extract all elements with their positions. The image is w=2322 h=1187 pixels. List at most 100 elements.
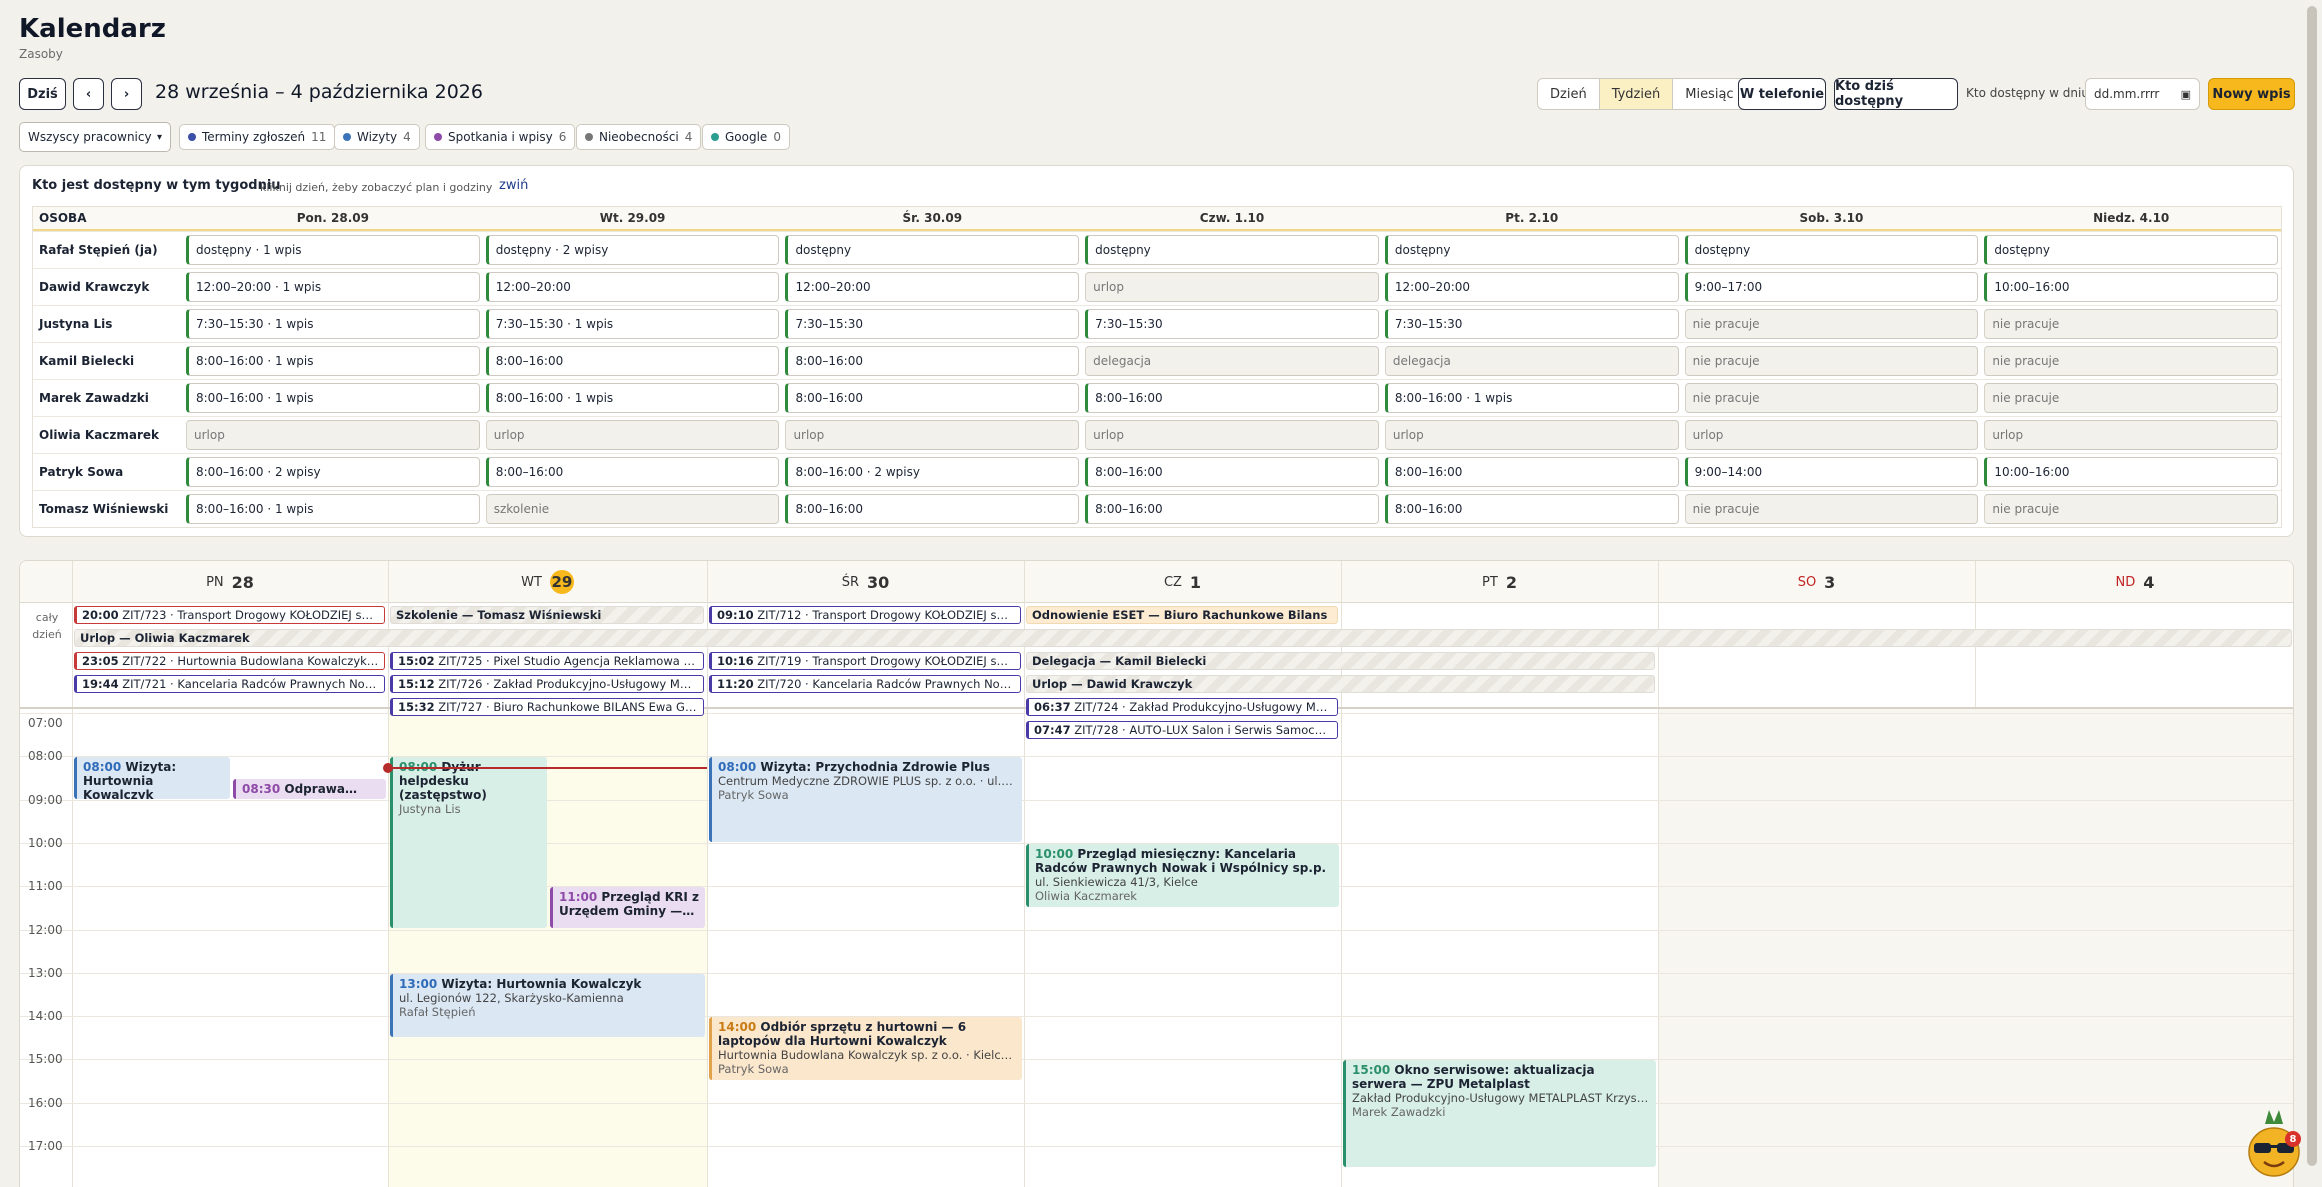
allday-event[interactable]: 11:20 ZIT/720 · Kancelaria Radców Prawny…	[709, 675, 1021, 693]
availability-cell[interactable]: 8:00–16:00	[1382, 454, 1682, 490]
availability-cell[interactable]: 9:00–14:00	[1682, 454, 1982, 490]
availability-cell[interactable]: nie pracuje	[1981, 380, 2281, 416]
availability-cell[interactable]: szkolenie	[483, 491, 783, 527]
availability-cell[interactable]: 12:00–20:00	[782, 269, 1082, 305]
availability-cell[interactable]: dostępny	[1082, 232, 1382, 268]
day-column-header[interactable]: Czw. 1.10	[1082, 207, 1382, 229]
availability-cell[interactable]: urlop	[782, 417, 1082, 453]
allday-event[interactable]: 06:37 ZIT/724 · Zakład Produkcyjno-Usług…	[1026, 698, 1338, 716]
availability-cell[interactable]: urlop	[483, 417, 783, 453]
collapse-link[interactable]: zwiń	[499, 178, 528, 193]
view-day-button[interactable]: Dzień	[1538, 79, 1600, 109]
day-header[interactable]: CZ 1	[1024, 561, 1341, 603]
availability-cell[interactable]: 8:00–16:00 · 1 wpis	[483, 380, 783, 416]
availability-cell[interactable]: 12:00–20:00	[1382, 269, 1682, 305]
availability-cell[interactable]: urlop	[1082, 417, 1382, 453]
allday-event[interactable]: 23:05 ZIT/722 · Hurtownia Budowlana Kowa…	[74, 652, 385, 670]
day-column-header[interactable]: Śr. 30.09	[782, 207, 1082, 229]
availability-cell[interactable]: urlop	[1682, 417, 1982, 453]
availability-cell[interactable]: nie pracuje	[1981, 491, 2281, 527]
day-header[interactable]: ND 4	[1975, 561, 2293, 603]
calendar-event[interactable]: 08:00 Dyżur helpdesku (zastępstwo)Justyn…	[390, 757, 547, 929]
availability-cell[interactable]: 9:00–17:00	[1682, 269, 1982, 305]
availability-cell[interactable]: 8:00–16:00	[1382, 491, 1682, 527]
availability-cell[interactable]: dostępny	[1981, 232, 2281, 268]
availability-cell[interactable]: nie pracuje	[1682, 491, 1982, 527]
allday-event[interactable]: Odnowienie ESET — Biuro Rachunkowe Bilan…	[1026, 606, 1338, 624]
view-week-button[interactable]: Tydzień	[1599, 79, 1674, 109]
availability-cell[interactable]: dostępny	[782, 232, 1082, 268]
day-column-header[interactable]: Pon. 28.09	[183, 207, 483, 229]
allday-event[interactable]: Szkolenie — Tomasz Wiśniewski	[390, 606, 704, 624]
filter-chip-wizyty[interactable]: Wizyty 4	[334, 124, 420, 150]
calendar-event[interactable]: 08:00 Wizyta: Hurtownia Kowalczyk	[74, 757, 230, 799]
day-header[interactable]: SO 3	[1658, 561, 1975, 603]
today-button[interactable]: Dziś	[19, 78, 66, 110]
date-input[interactable]: dd.mm.rrrr ▣	[2085, 78, 2200, 110]
day-column-header[interactable]: Sob. 3.10	[1682, 207, 1982, 229]
allday-event[interactable]: 15:32 ZIT/727 · Biuro Rachunkowe BILANS …	[390, 698, 704, 716]
availability-cell[interactable]: nie pracuje	[1981, 306, 2281, 342]
day-header[interactable]: PT 2	[1341, 561, 1658, 603]
day-header[interactable]: WT 29	[388, 561, 707, 603]
new-entry-button[interactable]: Nowy wpis	[2208, 78, 2295, 110]
availability-cell[interactable]: 7:30–15:30	[782, 306, 1082, 342]
employee-select[interactable]: Wszyscy pracownicy ▾	[19, 122, 171, 152]
allday-event[interactable]: Urlop — Oliwia Kaczmarek	[74, 629, 2292, 647]
allday-event[interactable]: 09:10 ZIT/712 · Transport Drogowy KOŁODZ…	[709, 606, 1021, 624]
calendar-event[interactable]: 10:00 Przegląd miesięczny: Kancelaria Ra…	[1026, 843, 1339, 907]
availability-cell[interactable]: 8:00–16:00	[1082, 380, 1382, 416]
day-column-header[interactable]: Pt. 2.10	[1382, 207, 1682, 229]
calendar-event[interactable]: 14:00 Odbiór sprzętu z hurtowni — 6 lapt…	[709, 1017, 1022, 1081]
day-column-header[interactable]: Wt. 29.09	[483, 207, 783, 229]
next-week-button[interactable]: ›	[111, 78, 142, 110]
allday-event[interactable]: 20:00 ZIT/723 · Transport Drogowy KOŁODZ…	[74, 606, 385, 624]
allday-event[interactable]: 15:02 ZIT/725 · Pixel Studio Agencja Rek…	[390, 652, 704, 670]
allday-event[interactable]: 19:44 ZIT/721 · Kancelaria Radców Prawny…	[74, 675, 385, 693]
availability-cell[interactable]: 8:00–16:00	[782, 380, 1082, 416]
filter-chip-terminy[interactable]: Terminy zgłoszeń 11	[179, 124, 336, 150]
availability-cell[interactable]: dostępny · 2 wpisy	[483, 232, 783, 268]
availability-cell[interactable]: delegacja	[1082, 343, 1382, 379]
availability-cell[interactable]: 8:00–16:00 · 1 wpis	[183, 343, 483, 379]
calendar-event[interactable]: 13:00 Wizyta: Hurtownia Kowalczyk ul. Leg…	[390, 973, 705, 1037]
availability-cell[interactable]: urlop	[1382, 417, 1682, 453]
filter-chip-spotkania[interactable]: Spotkania i wpisy 6	[425, 124, 576, 150]
calendar-event[interactable]: 08:00 Wizyta: Przychodnia Zdrowie Plus Ce…	[709, 757, 1022, 842]
filter-chip-nieobecnosci[interactable]: Nieobecności 4	[576, 124, 702, 150]
availability-cell[interactable]: 8:00–16:00 · 1 wpis	[183, 380, 483, 416]
calendar-event[interactable]: 08:30 Odprawa…	[233, 778, 386, 799]
availability-cell[interactable]: 8:00–16:00	[1082, 491, 1382, 527]
availability-cell[interactable]: 12:00–20:00	[483, 269, 783, 305]
view-month-button[interactable]: Miesiąc	[1673, 79, 1745, 109]
availability-cell[interactable]: 10:00–16:00	[1981, 269, 2281, 305]
availability-cell[interactable]: dostępny	[1682, 232, 1982, 268]
allday-event[interactable]: 10:16 ZIT/719 · Transport Drogowy KOŁODZ…	[709, 652, 1021, 670]
calendar-event[interactable]: 11:00 Przegląd KRI z Urzędem Gminy —…	[550, 887, 705, 929]
availability-cell[interactable]: 8:00–16:00	[782, 491, 1082, 527]
allday-event[interactable]: Delegacja — Kamil Bielecki	[1026, 652, 1655, 670]
allday-event[interactable]: 15:12 ZIT/726 · Zakład Produkcyjno-Usług…	[390, 675, 704, 693]
availability-cell[interactable]: 8:00–16:00	[1082, 454, 1382, 490]
availability-cell[interactable]: 8:00–16:00 · 2 wpisy	[782, 454, 1082, 490]
scrollbar-thumb[interactable]	[2307, 6, 2317, 1166]
availability-cell[interactable]: 8:00–16:00	[782, 343, 1082, 379]
page-scrollbar[interactable]	[2302, 0, 2322, 1187]
availability-cell[interactable]: 8:00–16:00 · 2 wpisy	[183, 454, 483, 490]
availability-cell[interactable]: 8:00–16:00 · 1 wpis	[1382, 380, 1682, 416]
availability-cell[interactable]: urlop	[1981, 417, 2281, 453]
availability-cell[interactable]: 7:30–15:30	[1082, 306, 1382, 342]
availability-cell[interactable]: 10:00–16:00	[1981, 454, 2281, 490]
calendar-event[interactable]: 15:00 Okno serwisowe: aktualizacja serwe…	[1343, 1060, 1656, 1167]
availability-cell[interactable]: 8:00–16:00 · 1 wpis	[183, 491, 483, 527]
availability-cell[interactable]: 7:30–15:30	[1382, 306, 1682, 342]
availability-cell[interactable]: urlop	[183, 417, 483, 453]
availability-cell[interactable]: nie pracuje	[1981, 343, 2281, 379]
day-header[interactable]: PN 28	[72, 561, 388, 603]
availability-cell[interactable]: nie pracuje	[1682, 380, 1982, 416]
availability-cell[interactable]: 7:30–15:30 · 1 wpis	[183, 306, 483, 342]
availability-cell[interactable]: 8:00–16:00	[483, 343, 783, 379]
filter-chip-google[interactable]: Google 0	[702, 124, 790, 150]
allday-event[interactable]: 07:47 ZIT/728 · AUTO-LUX Salon i Serwis …	[1026, 721, 1338, 739]
day-column-header[interactable]: Niedz. 4.10	[1981, 207, 2281, 229]
